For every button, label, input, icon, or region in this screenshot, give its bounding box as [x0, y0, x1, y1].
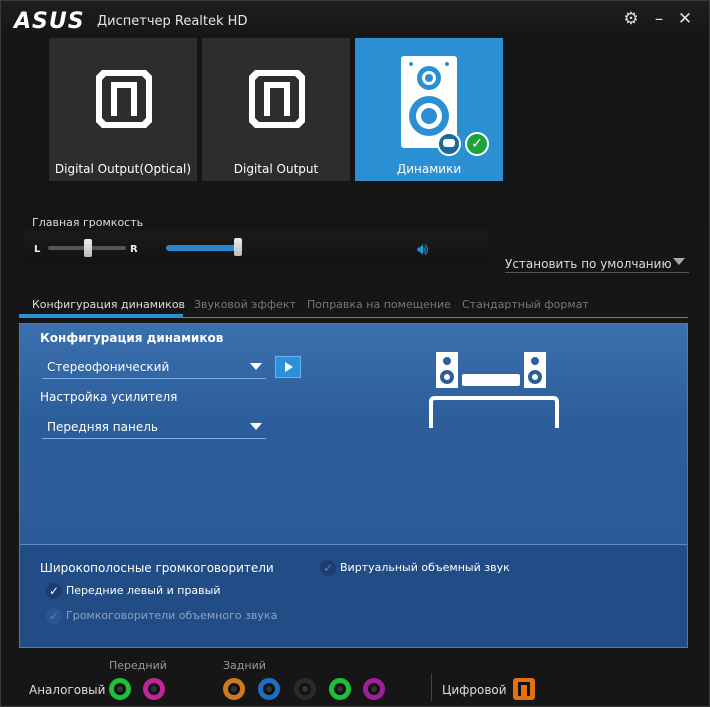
speaker-mode-value: Стереофонический [47, 360, 170, 374]
rear-black-jack[interactable] [294, 678, 316, 700]
balance-thumb[interactable] [84, 239, 92, 257]
fullrange-label: Широкополосные громкоговорители [40, 561, 274, 575]
device-label: Digital Output(Optical) [54, 162, 192, 176]
check-icon: ✓ [465, 132, 489, 156]
front-lr-checkbox[interactable]: ✓ Передние левый и правый [46, 583, 221, 599]
close-button[interactable]: ✕ [675, 9, 695, 29]
checkmark-icon: ✓ [320, 560, 336, 576]
listener-area [429, 396, 559, 428]
virtual-surround-label: Виртуальный объемный звук [340, 561, 510, 574]
optical-output-icon [96, 70, 152, 128]
front-pink-jack[interactable] [143, 678, 165, 700]
surround-label: Громкоговорители объемного звука [66, 609, 278, 622]
main-volume-label: Главная громкость [32, 216, 144, 229]
set-default-dropdown[interactable]: Установить по умолчанию [505, 253, 689, 273]
window-title: Диспетчер Realtek HD [97, 14, 248, 29]
device-tile-digital[interactable]: Digital Output [202, 38, 350, 181]
tab-bar: Конфигурация динамиков Звуковой эффект П… [19, 296, 688, 318]
panel-title: Конфигурация динамиков [40, 331, 224, 345]
amp-dropdown[interactable]: Передняя панель [42, 417, 266, 439]
app-window: ASUS Диспетчер Realtek HD ⚙ – ✕ Digital … [0, 0, 710, 707]
receiver-icon [462, 374, 520, 386]
asus-logo: ASUS [14, 9, 85, 34]
left-channel-label: L [34, 244, 41, 255]
volume-slider[interactable] [166, 245, 240, 251]
play-test-button[interactable] [275, 356, 301, 378]
rear-jacks-label: Задний [223, 659, 266, 672]
set-default-label: Установить по умолчанию [505, 257, 672, 271]
active-tab-indicator [19, 314, 183, 317]
tab-speaker-config[interactable]: Конфигурация динамиков [32, 298, 185, 311]
rear-blue-jack[interactable] [258, 678, 280, 700]
rear-purple-jack[interactable] [363, 678, 385, 700]
analog-label: Аналоговый [29, 683, 106, 697]
virtual-surround-checkbox[interactable]: ✓ Виртуальный объемный звук [320, 560, 510, 576]
speaker-config-panel: Конфигурация динамиков Стереофонический … [19, 323, 688, 648]
device-label: Динамики [396, 162, 462, 176]
front-jacks-label: Передний [109, 659, 167, 672]
divider [431, 673, 432, 701]
rear-orange-jack[interactable] [223, 678, 245, 700]
digital-output-icon[interactable] [513, 678, 535, 700]
tab-room-correction[interactable]: Поправка на помещение [307, 298, 451, 311]
speaker-layout-diagram [429, 352, 559, 428]
title-bar: ASUS Диспетчер Realtek HD ⚙ – ✕ [1, 1, 710, 37]
chevron-down-icon [250, 423, 262, 430]
right-speaker-icon [524, 352, 546, 388]
tab-default-format[interactable]: Стандартный формат [462, 298, 589, 311]
tab-sound-effect[interactable]: Звуковой эффект [194, 298, 296, 311]
device-tile-optical[interactable]: Digital Output(Optical) [49, 38, 197, 181]
speaker-mode-dropdown[interactable]: Стереофонический [42, 357, 266, 379]
surround-checkbox[interactable]: ✓ Громкоговорители объемного звука [46, 608, 277, 624]
chat-bubble-icon [437, 132, 461, 156]
minimize-button[interactable]: – [649, 9, 669, 29]
volume-panel: L R 🔊︎ [23, 231, 488, 265]
chevron-down-icon [250, 363, 262, 370]
digital-label: Цифровой [442, 683, 507, 697]
volume-thumb[interactable] [234, 238, 242, 256]
rear-green-jack[interactable] [329, 678, 351, 700]
chevron-down-icon [673, 258, 685, 265]
checkmark-icon: ✓ [46, 583, 62, 599]
device-tile-speakers[interactable]: ✓ Динамики [355, 38, 503, 181]
amp-value: Передняя панель [47, 420, 158, 434]
amp-setting-label: Настройка усилителя [40, 390, 178, 404]
right-channel-label: R [130, 244, 138, 255]
gear-icon[interactable]: ⚙ [621, 9, 641, 29]
fullrange-section: Широкополосные громкоговорители ✓ Передни… [20, 544, 687, 647]
device-label: Digital Output [233, 162, 319, 176]
checkmark-icon: ✓ [46, 608, 62, 624]
speaker-volume-icon[interactable]: 🔊︎ [417, 239, 428, 260]
front-green-jack[interactable] [109, 678, 131, 700]
front-lr-label: Передние левый и правый [66, 584, 221, 597]
left-speaker-icon [436, 352, 458, 388]
optical-output-icon [249, 70, 305, 128]
